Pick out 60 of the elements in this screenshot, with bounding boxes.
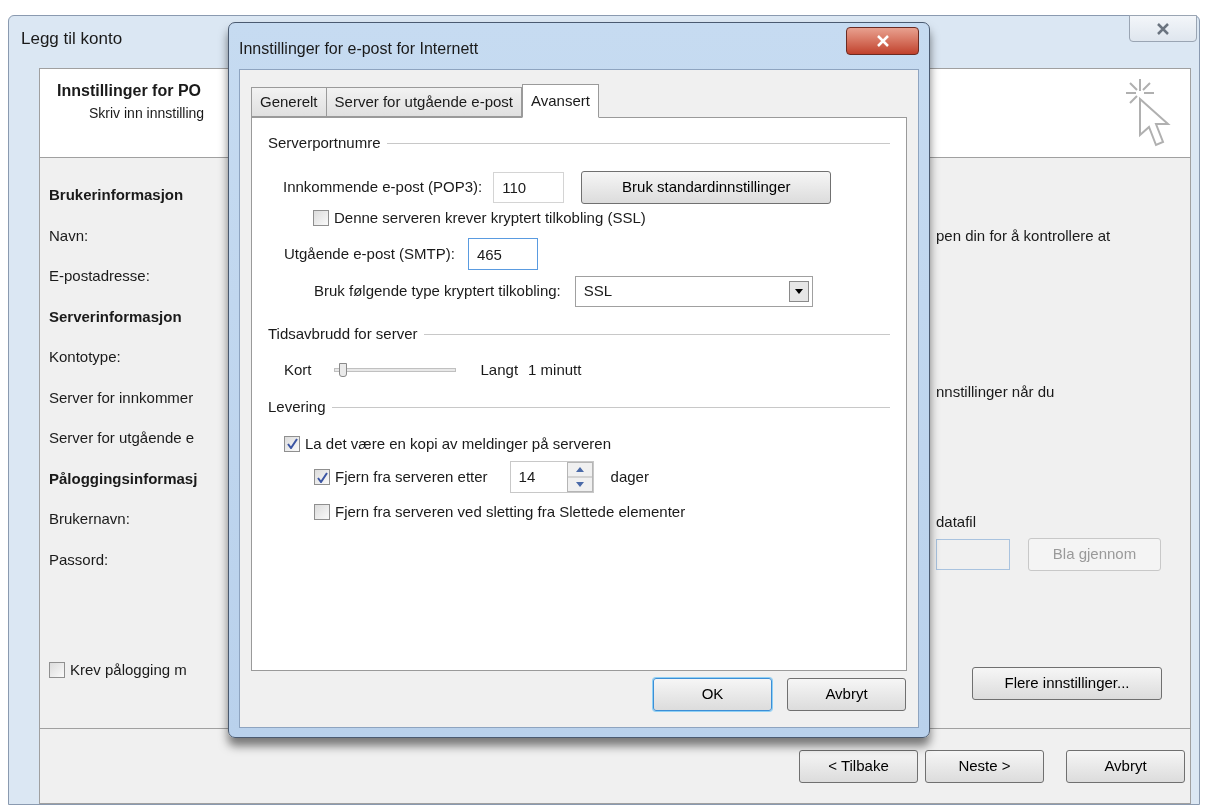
tab[interactable]: Avansert [522,84,599,118]
field-label: datafil [936,512,978,532]
timeout-slider[interactable] [333,362,456,377]
check-icon [316,471,328,483]
group-heading: Serverportnumre [268,133,381,153]
default-settings-button[interactable]: Bruk standardinnstillinger [581,170,832,204]
tab[interactable]: Server for utgående e-post [325,87,522,117]
section-heading: Brukerinformasjon [49,185,184,205]
group-heading: Tidsavbrudd for server [268,324,418,344]
section-heading: Serverinformasjon [49,306,182,327]
field-label: Server for innkommer [49,387,194,408]
encryption-dropdown[interactable]: SSL [574,276,813,307]
info-text: pen din for å kontrollere at [936,226,1112,246]
input-field[interactable] [936,538,1010,570]
checkbox[interactable] [314,469,330,485]
check-icon [286,438,298,450]
spinner-arrows-icon [566,462,593,492]
field-label: Brukernavn: [49,509,130,529]
field-label: Innkommende e-post (POP3): [283,176,483,197]
window-title: Legg til konto [21,28,123,50]
port-field[interactable]: 110 [493,171,565,203]
field-label: Bruk følgende type kryptert tilkobling: [314,281,561,302]
checkbox[interactable] [313,209,329,226]
close-icon [1156,22,1170,35]
group-heading: Levering [268,397,326,417]
footer-button[interactable]: Neste > [925,749,1044,783]
close-button[interactable] [846,27,919,55]
footer-button[interactable]: Avbryt [1066,749,1185,783]
checkbox[interactable] [284,435,300,452]
field-label: Server for utgående e [49,428,195,448]
field-label: Kontotype: [49,347,121,367]
field-label: Passord: [49,549,109,570]
unit-label: dager [610,466,649,487]
page-subtitle: Skriv inn innstilling [89,104,205,123]
checkbox-label: Denne serveren krever kryptert tilkobling (SSL) [334,207,646,228]
section-heading: Påloggingsinformasj [49,468,198,489]
tab[interactable]: Generelt [251,87,327,117]
dialog-button[interactable]: Avbryt [787,678,906,711]
checkbox-label: Krev pålogging m [70,660,187,680]
dialog-button[interactable]: OK [653,678,772,711]
dialog-title: Innstillinger for e-post for Internett [239,39,479,59]
field-label: Utgående e-post (SMTP): [284,243,455,264]
port-field[interactable]: 465 [467,238,538,270]
info-text: nnstillinger når du [936,381,1056,402]
more-settings-button[interactable]: Flere innstillinger... [972,666,1162,700]
slider-thumb[interactable] [339,362,348,377]
checkbox[interactable] [314,504,330,521]
field-label: Navn: [49,225,89,246]
close-icon [875,35,890,47]
checkbox[interactable] [49,662,65,679]
checkbox-label: Fjern fra serveren ved sletting fra Slettede elementer [335,502,686,522]
slider-label: Kort [284,359,312,380]
page-title: Innstillinger for PO [57,81,202,101]
days-spinner[interactable]: 14 [509,461,594,493]
slider-reading: 1 minutt [528,359,582,380]
checkbox-label: La det være en kopi av meldinger på serveren [305,433,611,454]
checkbox-label: Fjern fra serveren etter [335,466,488,487]
footer-button[interactable]: < Tilbake [799,749,918,783]
field-label: E-postadresse: [49,266,150,286]
slider-label: Langt [480,359,519,380]
